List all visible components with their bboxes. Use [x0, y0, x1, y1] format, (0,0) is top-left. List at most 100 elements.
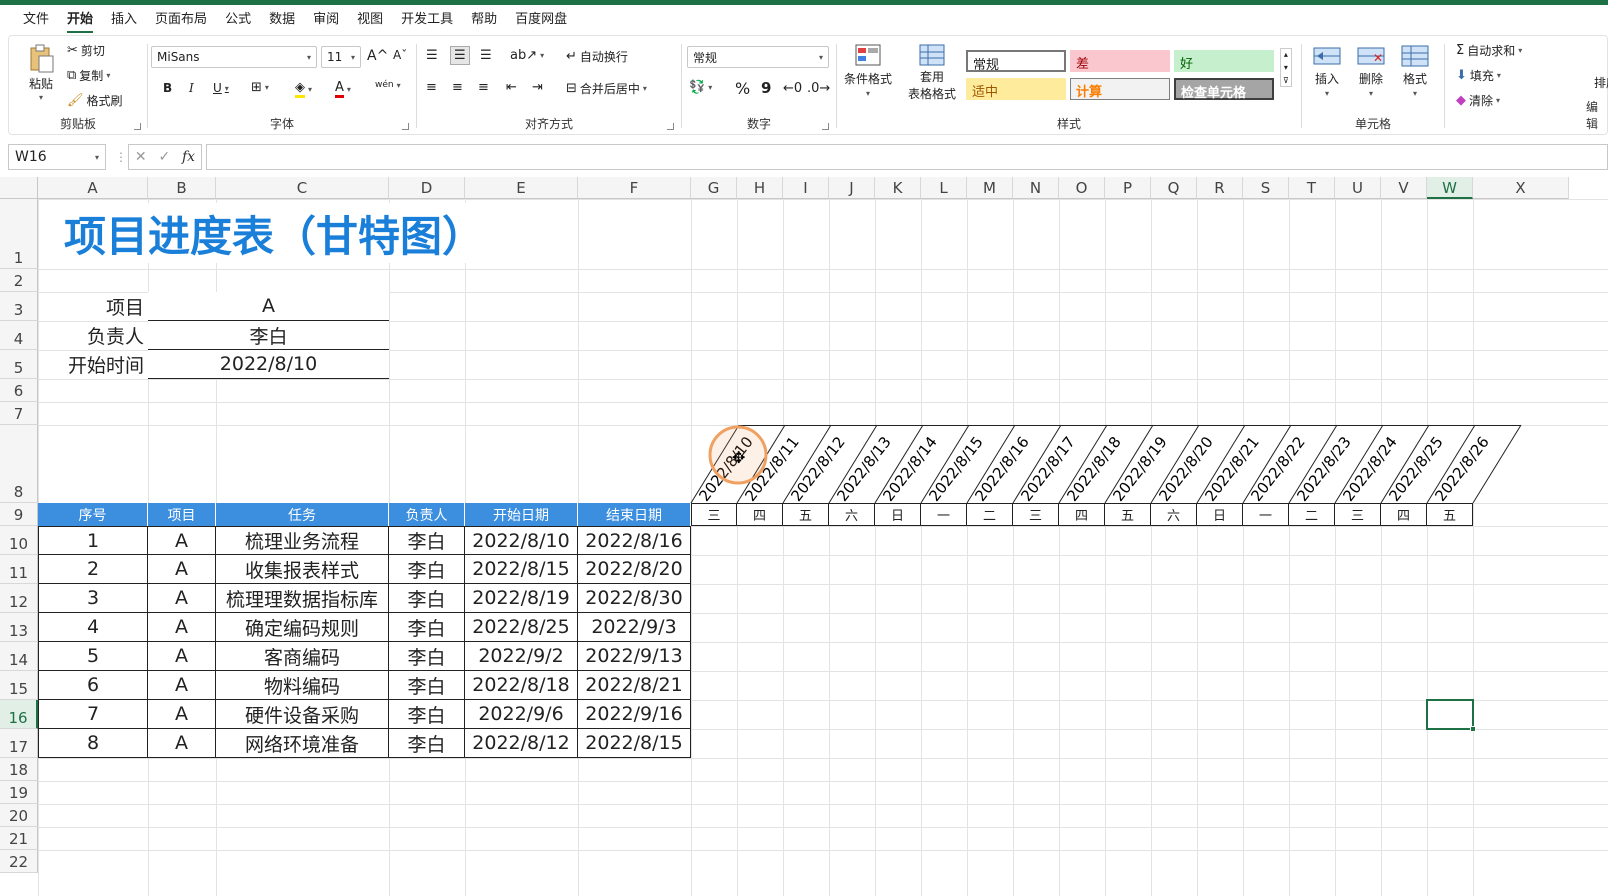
- paste-button[interactable]: 粘贴 ▾: [27, 44, 55, 102]
- table-cell[interactable]: 2022/8/30: [578, 584, 691, 613]
- decrease-indent-button[interactable]: ⇤: [506, 80, 517, 95]
- column-header[interactable]: N: [1013, 177, 1059, 199]
- orientation-button[interactable]: ab↗ ▾: [510, 48, 544, 63]
- worksheet-grid[interactable]: 2022/8/102022/8/112022/8/122022/8/132022…: [0, 177, 1608, 896]
- row-header[interactable]: 14: [0, 642, 38, 671]
- table-cell[interactable]: 李白: [389, 642, 465, 671]
- row-header[interactable]: 15: [0, 671, 38, 700]
- info-value[interactable]: 2022/8/10: [148, 350, 389, 379]
- column-header[interactable]: A: [38, 177, 148, 199]
- grow-font-button[interactable]: A^: [367, 48, 388, 64]
- weekday-cell[interactable]: 日: [1197, 503, 1243, 526]
- accounting-format-button[interactable]: 💱 ▾: [689, 80, 712, 95]
- column-header[interactable]: V: [1381, 177, 1427, 199]
- dialog-launcher-icon[interactable]: [402, 123, 409, 130]
- menu-tab[interactable]: 页面布局: [146, 5, 216, 35]
- column-header[interactable]: R: [1197, 177, 1243, 199]
- menu-tab[interactable]: 帮助: [462, 5, 506, 35]
- column-header[interactable]: B: [148, 177, 216, 199]
- table-header-cell[interactable]: 项目: [148, 503, 216, 526]
- borders-button[interactable]: ⊞ ▾: [251, 80, 269, 95]
- weekday-cell[interactable]: 六: [1151, 503, 1197, 526]
- row-header[interactable]: 10: [0, 526, 38, 555]
- style-good[interactable]: 好: [1174, 50, 1274, 72]
- table-cell[interactable]: 李白: [389, 613, 465, 642]
- table-cell[interactable]: 李白: [389, 671, 465, 700]
- underline-button[interactable]: U ▾: [213, 81, 229, 95]
- menu-tab[interactable]: 公式: [216, 5, 260, 35]
- wrap-text-button[interactable]: ↵ 自动换行: [566, 48, 628, 65]
- dialog-launcher-icon[interactable]: [667, 123, 674, 130]
- select-all-corner[interactable]: [0, 177, 38, 199]
- row-header[interactable]: 22: [0, 850, 38, 873]
- table-cell[interactable]: 2022/8/25: [465, 613, 578, 642]
- weekday-cell[interactable]: 一: [921, 503, 967, 526]
- active-cell[interactable]: [1426, 699, 1474, 730]
- row-header[interactable]: 11: [0, 555, 38, 584]
- cut-button[interactable]: ✂ 剪切: [67, 42, 105, 59]
- insert-function-button[interactable]: fx: [182, 149, 195, 165]
- weekday-cell[interactable]: 五: [783, 503, 829, 526]
- table-cell[interactable]: 2022/9/16: [578, 700, 691, 729]
- column-header[interactable]: S: [1243, 177, 1289, 199]
- table-cell[interactable]: 3: [38, 584, 148, 613]
- dialog-launcher-icon[interactable]: [134, 123, 141, 130]
- weekday-cell[interactable]: 一: [1243, 503, 1289, 526]
- phonetic-button[interactable]: wén ▾: [375, 80, 401, 90]
- column-header[interactable]: X: [1473, 177, 1569, 199]
- table-cell[interactable]: A: [148, 555, 216, 584]
- table-cell[interactable]: 2022/8/21: [578, 671, 691, 700]
- row-header[interactable]: 13: [0, 613, 38, 642]
- table-cell[interactable]: A: [148, 729, 216, 758]
- table-cell[interactable]: 7: [38, 700, 148, 729]
- table-cell[interactable]: 客商编码: [216, 642, 389, 671]
- table-cell[interactable]: 梳理理数据指标库: [216, 584, 389, 613]
- align-left-button[interactable]: ≡: [426, 80, 437, 95]
- table-cell[interactable]: 2022/8/18: [465, 671, 578, 700]
- table-cell[interactable]: 梳理业务流程: [216, 526, 389, 555]
- format-painter-button[interactable]: 🖌 格式刷: [67, 92, 123, 109]
- table-cell[interactable]: 李白: [389, 700, 465, 729]
- table-header-cell[interactable]: 负责人: [389, 503, 465, 526]
- style-neutral[interactable]: 适中: [966, 78, 1066, 100]
- row-header[interactable]: 16: [0, 700, 38, 729]
- column-header[interactable]: O: [1059, 177, 1105, 199]
- table-cell[interactable]: 2022/8/12: [465, 729, 578, 758]
- menu-tab[interactable]: 开发工具: [392, 5, 462, 35]
- row-header[interactable]: 8: [0, 425, 38, 503]
- weekday-cell[interactable]: 四: [1381, 503, 1427, 526]
- table-cell[interactable]: 2022/8/15: [578, 729, 691, 758]
- column-header[interactable]: H: [737, 177, 783, 199]
- table-cell[interactable]: 8: [38, 729, 148, 758]
- row-header[interactable]: 20: [0, 804, 38, 827]
- format-as-table-button[interactable]: 套用 表格格式: [908, 44, 956, 102]
- table-cell[interactable]: 2022/9/3: [578, 613, 691, 642]
- column-header[interactable]: F: [578, 177, 691, 199]
- column-header[interactable]: T: [1289, 177, 1335, 199]
- align-top-button[interactable]: ☰: [426, 48, 438, 63]
- percent-button[interactable]: %: [735, 79, 750, 98]
- menu-tab[interactable]: 插入: [102, 5, 146, 35]
- clear-button[interactable]: ◆ 清除 ▾: [1456, 92, 1500, 109]
- formula-input[interactable]: [206, 144, 1608, 170]
- enter-icon[interactable]: ✓: [158, 149, 170, 165]
- table-cell[interactable]: 2022/9/13: [578, 642, 691, 671]
- weekday-cell[interactable]: 五: [1105, 503, 1151, 526]
- increase-indent-button[interactable]: ⇥: [532, 80, 543, 95]
- number-format-select[interactable]: 常规 ▾: [687, 46, 829, 68]
- styles-gallery-scroll[interactable]: ▴ ▾ ⊽: [1280, 48, 1292, 87]
- delete-cells-button[interactable]: ✕ 删除 ▾: [1357, 44, 1385, 98]
- table-cell[interactable]: 4: [38, 613, 148, 642]
- info-value[interactable]: A: [148, 292, 389, 321]
- table-cell[interactable]: A: [148, 700, 216, 729]
- table-header-cell[interactable]: 开始日期: [465, 503, 578, 526]
- table-cell[interactable]: 李白: [389, 584, 465, 613]
- align-right-button[interactable]: ≡: [478, 80, 489, 95]
- menu-tab[interactable]: 视图: [348, 5, 392, 35]
- table-cell[interactable]: 2022/9/2: [465, 642, 578, 671]
- sort-filter-button[interactable]: 排序: [1594, 74, 1608, 91]
- table-cell[interactable]: 2022/8/10: [465, 526, 578, 555]
- insert-cells-button[interactable]: 插入 ▾: [1313, 44, 1341, 98]
- table-cell[interactable]: 2022/8/16: [578, 526, 691, 555]
- table-cell[interactable]: 2: [38, 555, 148, 584]
